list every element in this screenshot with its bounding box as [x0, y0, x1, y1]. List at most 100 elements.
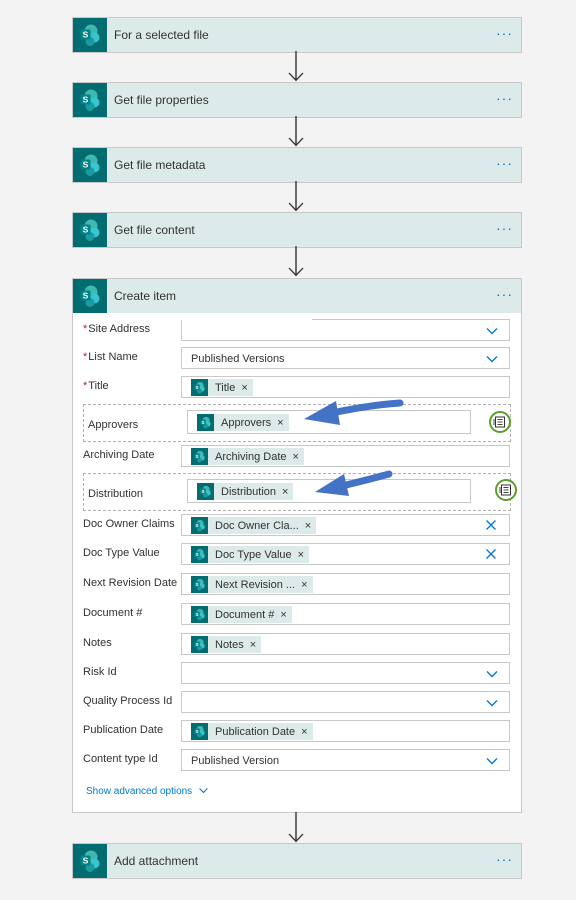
required-marker: * — [83, 351, 88, 363]
switch-to-array-icon — [493, 415, 507, 429]
sharepoint-icon — [191, 606, 208, 623]
next-revision-date-field[interactable]: Next Revision ... × — [181, 573, 510, 595]
sharepoint-icon — [73, 148, 107, 182]
dynamic-content-token[interactable]: Document # × — [191, 606, 292, 623]
sharepoint-icon — [191, 448, 208, 465]
archiving-date-field[interactable]: Archiving Date × — [181, 445, 510, 467]
step-get-file-content[interactable]: Get file content ··· — [72, 212, 522, 248]
doc-type-value-label: Doc Type Value — [83, 547, 160, 559]
remove-token-button[interactable]: × — [241, 382, 252, 394]
distribution-group: Distribution Distribution × — [83, 473, 511, 511]
step-title: Create item — [114, 289, 177, 303]
chevron-down-icon — [485, 754, 499, 768]
more-options-button[interactable]: ··· — [496, 221, 513, 235]
dynamic-content-token[interactable]: Publication Date × — [191, 723, 313, 740]
step-get-file-metadata[interactable]: Get file metadata ··· — [72, 147, 522, 183]
publication-date-label: Publication Date — [83, 724, 164, 736]
sharepoint-icon — [191, 517, 208, 534]
quality-process-id-dropdown[interactable] — [181, 691, 510, 713]
remove-token-button[interactable]: × — [250, 639, 261, 651]
risk-id-label: Risk Id — [83, 666, 117, 678]
dynamic-content-token[interactable]: Next Revision ... × — [191, 576, 313, 593]
archiving-date-label: Archiving Date — [83, 449, 155, 461]
more-options-button[interactable]: ··· — [496, 287, 513, 301]
dynamic-content-token[interactable]: Distribution × — [197, 483, 294, 500]
chevron-down-icon — [198, 785, 209, 796]
doc-owner-claims-field[interactable]: Doc Owner Cla... × — [181, 514, 510, 536]
distribution-label: Distribution — [88, 488, 144, 500]
step-title: For a selected file — [114, 28, 209, 42]
remove-token-button[interactable]: × — [282, 486, 293, 498]
remove-token-button[interactable]: × — [298, 549, 309, 561]
publication-date-field[interactable]: Publication Date × — [181, 720, 510, 742]
down-arrow-icon — [287, 812, 305, 845]
more-options-button[interactable]: ··· — [496, 852, 513, 866]
step-title: Get file content — [114, 223, 195, 237]
doc-owner-claims-label: Doc Owner Claims — [83, 518, 175, 530]
risk-id-dropdown[interactable] — [181, 662, 510, 684]
step-title: Get file metadata — [114, 158, 206, 172]
dynamic-content-token[interactable]: Notes × — [191, 636, 262, 653]
approvers-label: Approvers — [88, 419, 139, 431]
dynamic-content-token[interactable]: Title × — [191, 379, 253, 396]
content-type-id-value: Published Version — [191, 755, 280, 767]
sharepoint-icon — [73, 279, 107, 313]
remove-token-button[interactable]: × — [305, 520, 316, 532]
remove-token-button[interactable]: × — [280, 609, 291, 621]
title-label: *Title — [83, 380, 109, 392]
remove-token-button[interactable]: × — [277, 417, 288, 429]
dynamic-content-token[interactable]: Approvers × — [197, 414, 289, 431]
down-arrow-icon — [287, 246, 305, 279]
sharepoint-icon — [191, 546, 208, 563]
step-get-file-properties[interactable]: Get file properties ··· — [72, 82, 522, 118]
sharepoint-icon — [197, 483, 214, 500]
show-advanced-options-link[interactable]: Show advanced options — [86, 785, 209, 797]
document-number-field[interactable]: Document # × — [181, 603, 510, 625]
dynamic-content-token[interactable]: Archiving Date × — [191, 448, 304, 465]
chevron-down-icon — [485, 352, 499, 366]
notes-field[interactable]: Notes × — [181, 633, 510, 655]
required-marker: * — [83, 323, 88, 335]
more-options-button[interactable]: ··· — [496, 156, 513, 170]
step-add-attachment[interactable]: Add attachment ··· — [72, 843, 522, 879]
list-name-value: Published Versions — [191, 353, 285, 365]
step-create-item[interactable]: Create item ··· *Site Address *List Name… — [72, 278, 522, 813]
switch-to-array-icon — [499, 483, 513, 497]
clear-x-icon[interactable] — [485, 548, 497, 560]
chevron-down-icon — [485, 696, 499, 710]
step-title: Add attachment — [114, 854, 199, 868]
document-number-label: Document # — [83, 607, 143, 619]
chevron-down-icon — [485, 324, 499, 338]
approvers-group: Approvers Approvers × — [83, 404, 511, 442]
quality-process-id-label: Quality Process Id — [83, 695, 173, 707]
down-arrow-icon — [287, 181, 305, 214]
clear-x-icon[interactable] — [485, 519, 497, 531]
notes-label: Notes — [83, 637, 112, 649]
chevron-down-icon — [485, 667, 499, 681]
dynamic-content-token[interactable]: Doc Type Value × — [191, 546, 310, 563]
sharepoint-icon — [191, 576, 208, 593]
remove-token-button[interactable]: × — [301, 726, 312, 738]
more-options-button[interactable]: ··· — [496, 26, 513, 40]
content-type-id-dropdown[interactable]: Published Version — [181, 749, 510, 771]
sharepoint-icon — [191, 723, 208, 740]
dynamic-content-token[interactable]: Doc Owner Cla... × — [191, 517, 317, 534]
sharepoint-icon — [197, 414, 214, 431]
remove-token-button[interactable]: × — [293, 451, 304, 463]
annotation-arrow-icon — [304, 399, 404, 425]
site-address-dropdown[interactable] — [181, 318, 510, 341]
remove-token-button[interactable]: × — [301, 579, 312, 591]
switch-to-array-button[interactable] — [489, 411, 511, 433]
sharepoint-icon — [73, 18, 107, 52]
step-title: Get file properties — [114, 93, 209, 107]
list-name-dropdown[interactable]: Published Versions — [181, 347, 510, 369]
more-options-button[interactable]: ··· — [496, 91, 513, 105]
down-arrow-icon — [287, 51, 305, 84]
switch-to-array-button[interactable] — [495, 479, 517, 501]
next-revision-date-label: Next Revision Date — [83, 577, 178, 589]
sharepoint-icon — [73, 844, 107, 878]
annotation-arrow-icon — [315, 470, 393, 496]
required-marker: * — [83, 380, 88, 392]
doc-type-value-field[interactable]: Doc Type Value × — [181, 543, 510, 565]
step-for-a-selected-file[interactable]: For a selected file ··· — [72, 17, 522, 53]
